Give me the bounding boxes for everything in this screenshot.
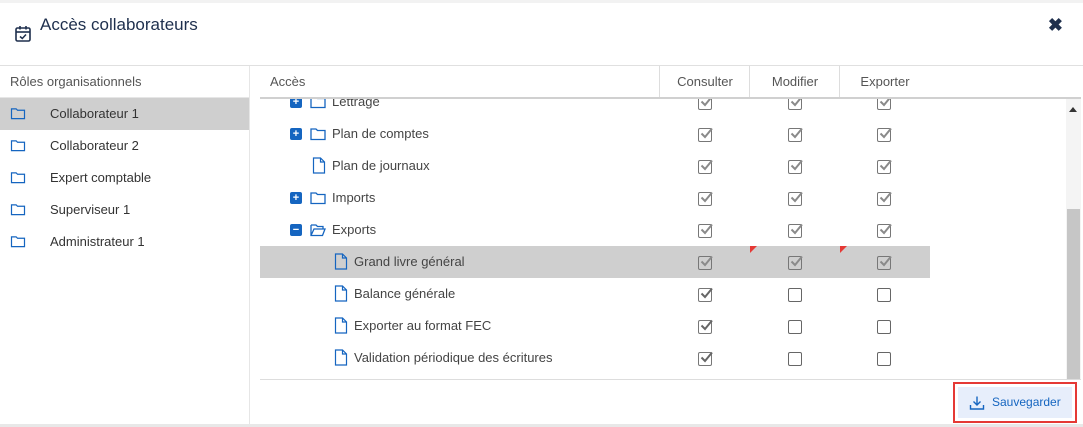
scrollbar-thumb[interactable] — [1067, 209, 1080, 379]
tree-row-label: Plan de comptes — [332, 126, 429, 141]
download-icon — [969, 396, 985, 410]
folder-icon — [310, 192, 326, 205]
save-button-label: Sauvegarder — [992, 395, 1061, 409]
vertical-scrollbar[interactable] — [1066, 99, 1081, 379]
exporter-checkbox[interactable] — [877, 127, 892, 142]
role-item-label: Superviseur 1 — [50, 202, 131, 217]
tree-row[interactable]: + Lettrage — [260, 99, 930, 118]
exporter-checkbox[interactable] — [877, 159, 892, 174]
column-header-acces[interactable]: Accès — [270, 66, 305, 97]
exporter-checkbox[interactable] — [877, 320, 891, 334]
folder-icon — [10, 172, 26, 184]
dialog-header: Accès collaborateurs ✖ — [0, 3, 1083, 66]
tree-row[interactable]: Validation périodique des écritures — [260, 342, 930, 374]
role-item-label: Administrateur 1 — [50, 234, 145, 249]
modifier-checkbox[interactable] — [788, 127, 803, 142]
consulter-checkbox[interactable] — [698, 287, 713, 302]
role-item-label: Expert comptable — [50, 170, 152, 185]
dialog-footer: Sauvegarder — [260, 379, 1081, 425]
expand-icon[interactable]: + — [290, 192, 302, 204]
modifier-checkbox[interactable] — [788, 288, 802, 302]
role-item[interactable]: Expert comptable — [0, 162, 249, 194]
tree-row-label: Grand livre général — [354, 254, 465, 269]
tree-row-label: Plan de journaux — [332, 158, 430, 173]
consulter-checkbox[interactable] — [698, 127, 713, 142]
modifier-checkbox[interactable] — [788, 99, 802, 110]
modifier-checkbox[interactable] — [788, 320, 802, 334]
expand-icon[interactable]: + — [290, 128, 302, 140]
modified-flag-icon — [750, 246, 757, 253]
modified-flag-icon — [840, 246, 847, 253]
consulter-checkbox[interactable] — [698, 255, 713, 270]
role-item[interactable]: Administrateur 1 — [0, 226, 249, 258]
dialog-title: Accès collaborateurs — [40, 15, 198, 34]
consulter-checkbox[interactable] — [698, 191, 713, 206]
exporter-checkbox[interactable] — [877, 223, 892, 238]
tree-row[interactable]: Exporter au format FEC — [260, 310, 930, 342]
tree-row[interactable]: + Plan de comptes — [260, 118, 930, 150]
tree-row[interactable]: Balance générale — [260, 278, 930, 310]
exporter-checkbox[interactable] — [877, 191, 892, 206]
tree-row-label: Validation périodique des écritures — [354, 350, 553, 365]
consulter-checkbox[interactable] — [698, 159, 713, 174]
tree-row-label: Exporter au format FEC — [354, 318, 492, 333]
tree-row[interactable]: Grand livre général — [260, 246, 930, 278]
modifier-checkbox[interactable] — [788, 255, 803, 270]
roles-panel: Rôles organisationnels Collaborateur 1 Co… — [0, 66, 250, 424]
file-icon — [334, 349, 348, 366]
save-button-highlight: Sauvegarder — [953, 382, 1077, 423]
consulter-checkbox[interactable] — [698, 99, 712, 110]
file-icon — [334, 317, 348, 334]
column-header-exporter[interactable]: Exporter — [839, 66, 930, 97]
tree-row[interactable]: − Exports — [260, 214, 930, 246]
save-button[interactable]: Sauvegarder — [958, 387, 1072, 418]
consulter-checkbox[interactable] — [698, 351, 713, 366]
tree-row-label: Lettrage — [332, 99, 380, 109]
close-icon[interactable]: ✖ — [1048, 15, 1063, 36]
calendar-check-icon — [15, 26, 31, 42]
modifier-checkbox[interactable] — [788, 352, 802, 366]
file-icon — [334, 253, 348, 270]
folder-icon — [310, 99, 326, 109]
modifier-checkbox[interactable] — [788, 159, 803, 174]
column-header-consulter[interactable]: Consulter — [659, 66, 750, 97]
roles-header: Rôles organisationnels — [0, 66, 249, 98]
access-tree: + Lettrage + Plan de comptes Plan de journau… — [260, 99, 1066, 379]
column-header-modifier[interactable]: Modifier — [749, 66, 840, 97]
exporter-checkbox[interactable] — [877, 352, 891, 366]
tree-row-label: Balance générale — [354, 286, 456, 301]
table-header: Accès Consulter Modifier Exporter — [260, 66, 1081, 99]
folder-icon — [10, 236, 26, 248]
folder-icon — [10, 140, 26, 152]
role-item-label: Collaborateur 2 — [50, 138, 139, 153]
roles-list: Collaborateur 1 Collaborateur 2 Expert com… — [0, 98, 249, 258]
folder-icon — [10, 204, 26, 216]
folder-open-icon — [310, 224, 326, 237]
role-item[interactable]: Collaborateur 2 — [0, 130, 249, 162]
role-item[interactable]: Superviseur 1 — [0, 194, 249, 226]
exporter-checkbox[interactable] — [877, 255, 892, 270]
role-item[interactable]: Collaborateur 1 — [0, 98, 249, 130]
tree-row[interactable]: Plan de journaux — [260, 150, 930, 182]
modifier-checkbox[interactable] — [788, 223, 803, 238]
consulter-checkbox[interactable] — [698, 223, 713, 238]
expand-icon[interactable]: + — [290, 99, 302, 108]
file-icon — [312, 157, 326, 174]
role-item-label: Collaborateur 1 — [50, 106, 139, 121]
folder-icon — [10, 108, 26, 120]
tree-row[interactable]: + Imports — [260, 182, 930, 214]
tree-row-label: Exports — [332, 222, 377, 237]
modifier-checkbox[interactable] — [788, 191, 803, 206]
file-icon — [334, 285, 348, 302]
exporter-checkbox[interactable] — [877, 288, 891, 302]
tree-row-label: Imports — [332, 190, 376, 205]
exporter-checkbox[interactable] — [877, 99, 891, 110]
access-panel: Accès Consulter Modifier Exporter + Lettr… — [260, 66, 1081, 424]
scroll-up-arrow-icon[interactable] — [1069, 107, 1077, 112]
folder-icon — [310, 128, 326, 141]
consulter-checkbox[interactable] — [698, 319, 713, 334]
collapse-icon[interactable]: − — [290, 224, 302, 236]
